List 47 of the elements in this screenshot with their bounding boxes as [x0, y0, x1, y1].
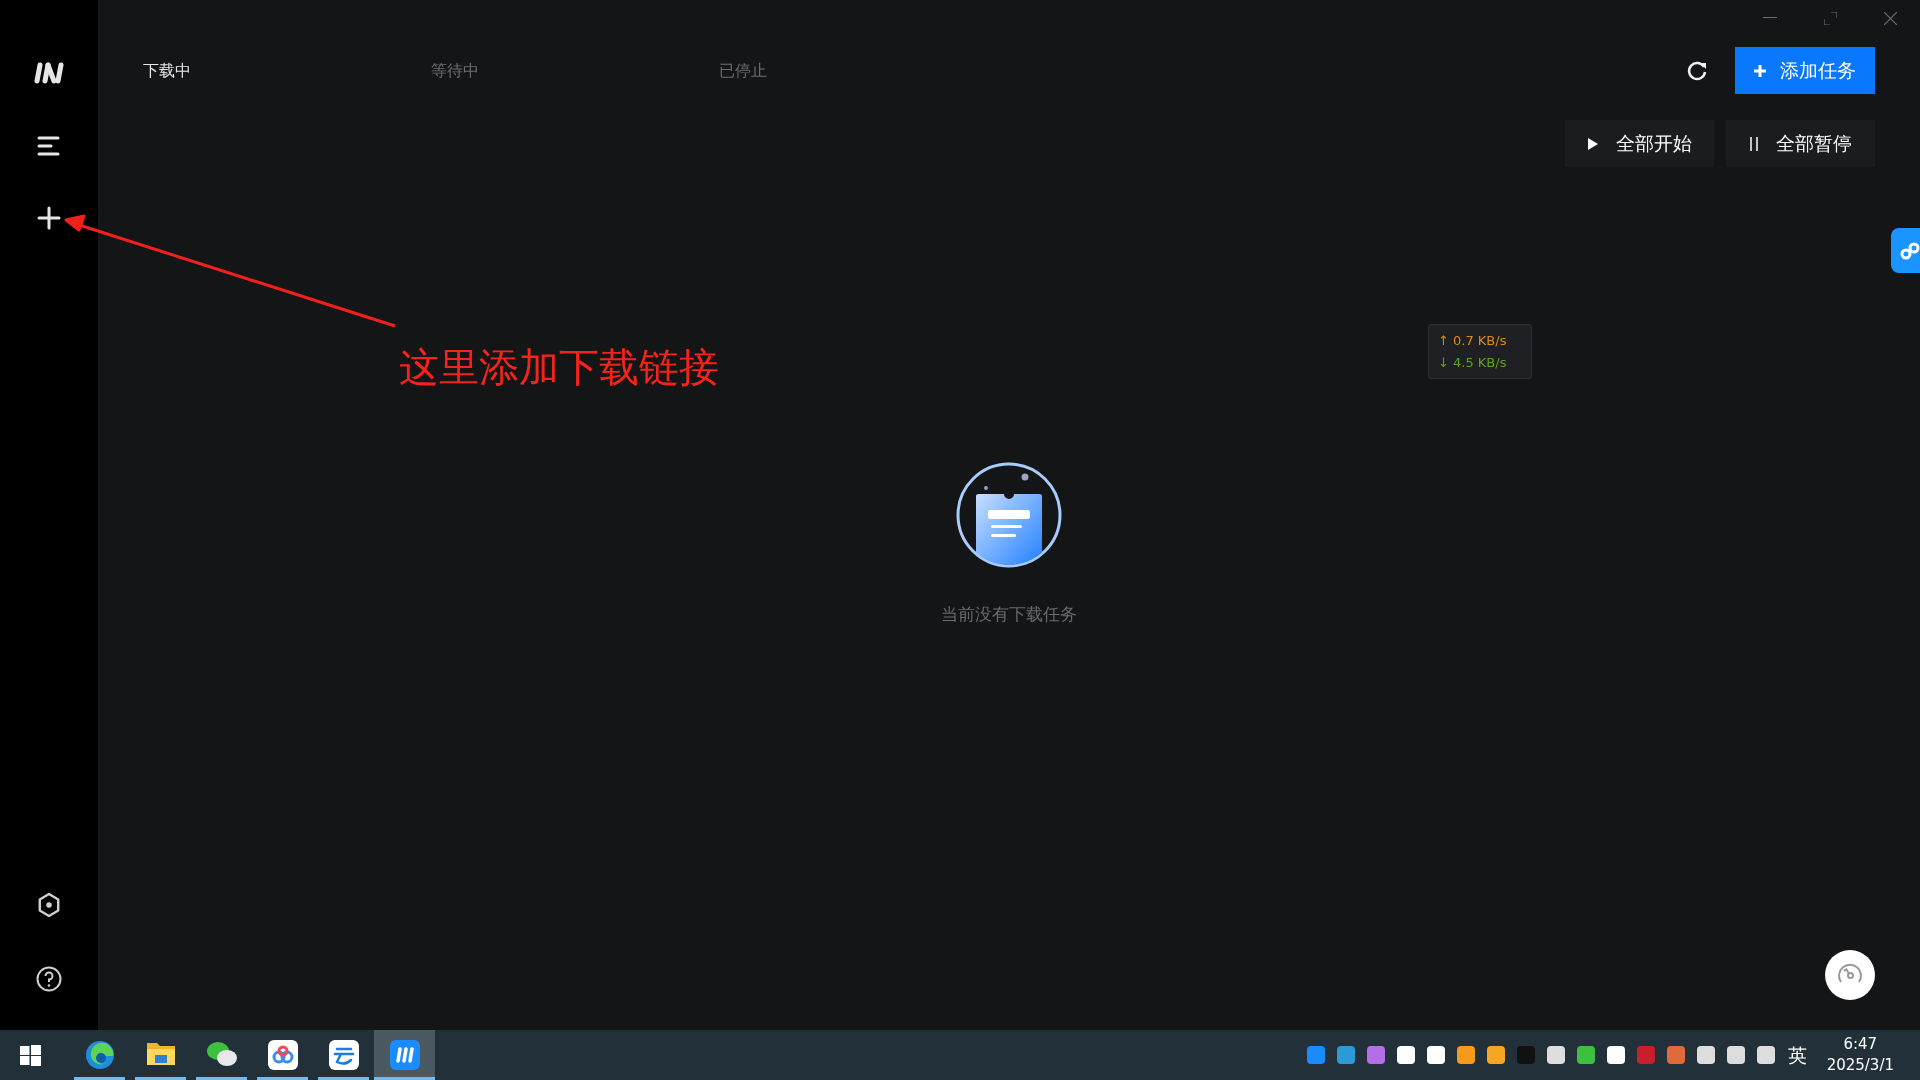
- tab[interactable]: 已停止: [719, 58, 1007, 83]
- taskbar-app[interactable]: [374, 1030, 435, 1080]
- browser-icon: [84, 1040, 115, 1070]
- tray-icon[interactable]: [1485, 1045, 1506, 1065]
- input-method-indicator[interactable]: 英: [1787, 1040, 1807, 1070]
- play-icon: [1587, 137, 1598, 150]
- clock-date: 2025/3/1: [1826, 1055, 1894, 1076]
- clock-time: 6:47: [1843, 1034, 1878, 1055]
- refresh-icon[interactable]: [1686, 59, 1708, 82]
- downloader-app-icon: [389, 1040, 420, 1070]
- cloud-rings-icon: [267, 1040, 298, 1070]
- tray-icon[interactable]: [1755, 1045, 1776, 1065]
- minimize-icon: [1763, 17, 1777, 19]
- maximize-icon: [1823, 11, 1837, 25]
- empty-state-message: 当前没有下载任务: [941, 603, 1077, 626]
- folder-icon: [145, 1040, 176, 1066]
- close-icon: [1883, 11, 1897, 25]
- chat-bubbles-icon: [205, 1040, 238, 1068]
- tray-icon[interactable]: [1425, 1045, 1446, 1065]
- upload-speed: ↑ 0.7 KB/s: [1438, 331, 1508, 350]
- pause-icon: [1749, 136, 1758, 151]
- tray-icon[interactable]: [1545, 1045, 1566, 1065]
- tray-icon[interactable]: [1725, 1045, 1746, 1065]
- tray-icon[interactable]: [1605, 1045, 1626, 1065]
- link-side-tab[interactable]: [1891, 228, 1920, 273]
- link-icon: [1900, 240, 1920, 261]
- hexagon-settings-icon[interactable]: [37, 892, 61, 918]
- pause-all-button[interactable]: 全部暂停: [1726, 120, 1875, 167]
- tab[interactable]: 等待中: [431, 58, 719, 83]
- start-all-button[interactable]: 全部开始: [1565, 120, 1714, 167]
- help-icon[interactable]: [36, 966, 62, 992]
- windows-icon: [20, 1044, 41, 1066]
- tray-icon[interactable]: [1395, 1045, 1416, 1065]
- logo-icon: [34, 62, 64, 84]
- tray-icon[interactable]: [1695, 1045, 1716, 1065]
- download-speed: ↓ 4.5 KB/s: [1438, 353, 1508, 372]
- add-icon[interactable]: [37, 206, 61, 230]
- tray-icon[interactable]: [1455, 1045, 1476, 1065]
- speed-gauge-button[interactable]: [1825, 950, 1875, 1000]
- add-task-button[interactable]: 添加任务: [1735, 47, 1875, 94]
- annotation-text: 这里添加下载链接: [399, 343, 719, 391]
- tab[interactable]: 下载中: [143, 58, 431, 83]
- plus-icon: [1754, 64, 1766, 77]
- cloud-drive-icon: [328, 1040, 359, 1070]
- tray-icon[interactable]: [1575, 1045, 1596, 1065]
- menu-icon[interactable]: [37, 136, 61, 156]
- empty-list-icon: [956, 462, 1062, 568]
